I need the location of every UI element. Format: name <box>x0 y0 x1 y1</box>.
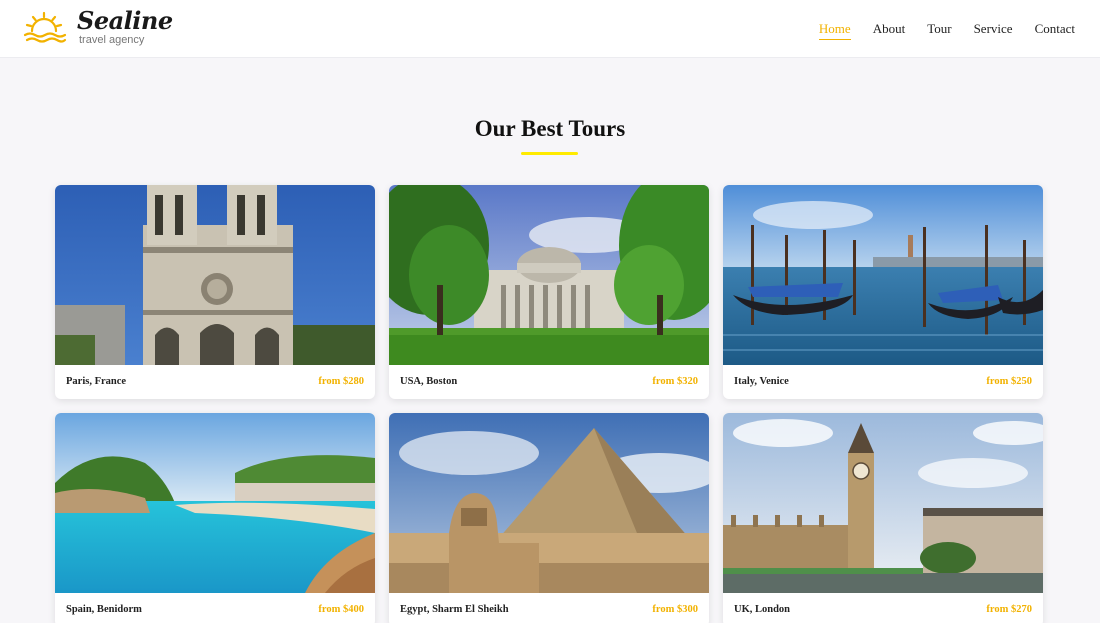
tour-card-benidorm[interactable]: Spain, Benidorm from $400 <box>55 413 375 623</box>
brand-logo[interactable]: Sealine travel agency <box>22 6 173 50</box>
tour-info: Italy, Venice from $250 <box>723 365 1043 399</box>
tour-image-london <box>723 413 1043 593</box>
tour-place: Paris, France <box>66 376 127 387</box>
tour-image-benidorm <box>55 413 375 593</box>
tour-price: from $400 <box>318 604 364 615</box>
tour-place: UK, London <box>734 604 791 615</box>
tour-place: USA, Boston <box>400 376 458 387</box>
site-header: Sealine travel agency Home About Tour Se… <box>0 0 1100 58</box>
tour-price: from $300 <box>652 604 698 615</box>
tour-image-boston <box>389 185 709 365</box>
tour-info: USA, Boston from $320 <box>389 365 709 399</box>
main-nav: Home About Tour Service Contact <box>818 21 1075 40</box>
tour-price: from $270 <box>986 604 1032 615</box>
tour-image-venice <box>723 185 1043 365</box>
nav-item-service[interactable]: Service <box>974 21 1013 40</box>
nav-item-about[interactable]: About <box>873 21 906 40</box>
section-title: Our Best Tours <box>474 116 626 141</box>
tour-place: Italy, Venice <box>734 376 789 387</box>
tour-card-paris[interactable]: Paris, France from $280 <box>55 185 375 399</box>
tour-place: Egypt, Sharm El Sheikh <box>400 604 509 615</box>
nav-item-contact[interactable]: Contact <box>1035 21 1075 40</box>
tour-info: UK, London from $270 <box>723 593 1043 623</box>
tour-info: Paris, France from $280 <box>55 365 375 399</box>
tour-card-venice[interactable]: Italy, Venice from $250 <box>723 185 1043 399</box>
tour-place: Spain, Benidorm <box>66 604 142 615</box>
tour-image-paris <box>55 185 375 365</box>
tour-price: from $320 <box>652 376 698 387</box>
tour-price: from $250 <box>986 376 1032 387</box>
tour-image-egypt <box>389 413 709 593</box>
sun-waves-icon <box>23 11 67 43</box>
brand-name: Sealine <box>77 6 173 35</box>
nav-item-tour[interactable]: Tour <box>927 21 951 40</box>
tour-card-london[interactable]: UK, London from $270 <box>723 413 1043 623</box>
tour-info: Spain, Benidorm from $400 <box>55 593 375 623</box>
nav-item-home[interactable]: Home <box>818 21 851 40</box>
title-underline <box>521 152 578 155</box>
tour-info: Egypt, Sharm El Sheikh from $300 <box>389 593 709 623</box>
brand-tagline: travel agency <box>79 34 145 46</box>
tour-card-egypt[interactable]: Egypt, Sharm El Sheikh from $300 <box>389 413 709 623</box>
tour-price: from $280 <box>318 376 364 387</box>
tour-card-boston[interactable]: USA, Boston from $320 <box>389 185 709 399</box>
